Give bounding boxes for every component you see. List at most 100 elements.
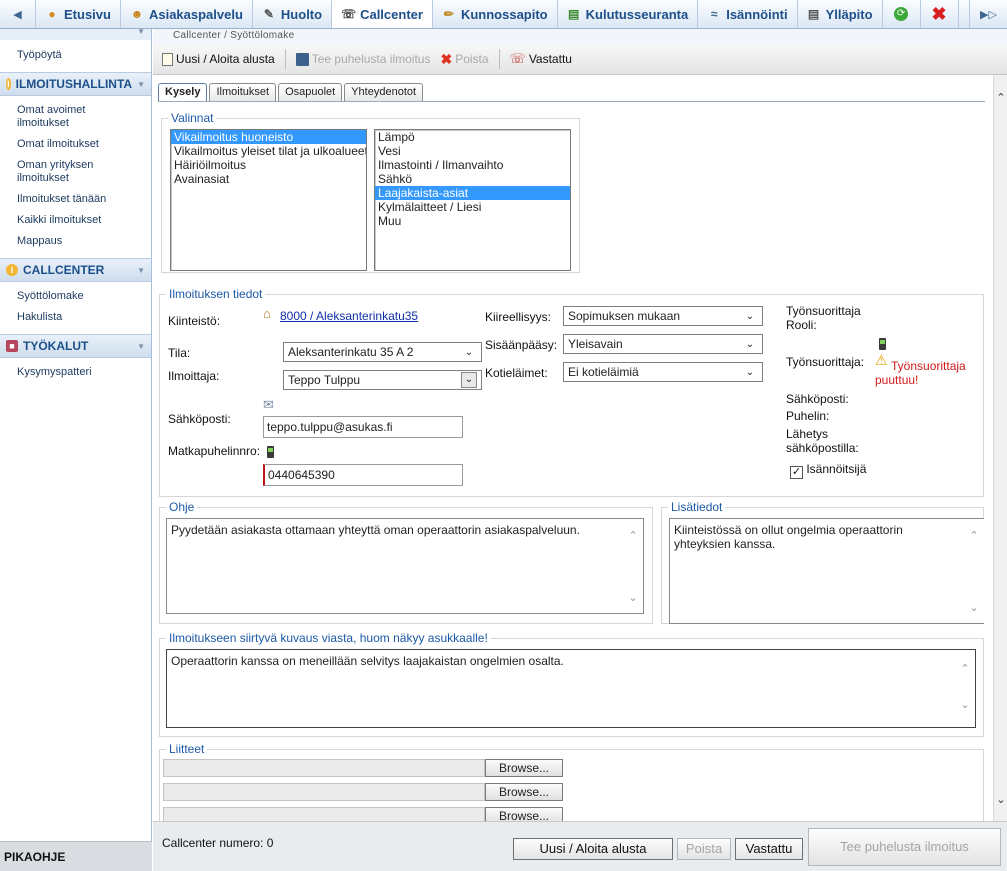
new-button-label: Uusi / Aloita alusta [176,52,275,66]
attachment-path-field[interactable] [163,759,485,777]
browse-button[interactable]: Browse... [485,807,563,821]
footer-delete-button[interactable]: Poista [677,838,731,860]
sidebar-item-ilmoitukset-tanaan[interactable]: Ilmoitukset tänään [0,189,151,210]
kuvaus-text: Operaattorin kanssa on meneillään selvit… [171,654,564,668]
scroll-down-icon[interactable]: ⌄ [959,698,971,712]
kiinteisto-link[interactable]: 8000 / Aleksanterinkatu35 [280,309,418,323]
nav-tab-kunnossapito[interactable]: ✏ Kunnossapito [433,0,558,28]
listbox-option[interactable]: Avainasiat [171,172,366,186]
tab-kysely[interactable]: Kysely [158,83,208,101]
top-navigation: ◀ ● Etusivu ☻ Asiakaspalvelu ✎ Huolto ☏ … [0,0,1007,29]
nav-tab-huolto[interactable]: ✎ Huolto [253,0,333,28]
tabs-underline [158,101,985,102]
attachment-path-field[interactable] [163,783,485,801]
listbox-option[interactable]: Vikailmoitus huoneisto [171,130,366,144]
sidebar-group-callcenter[interactable]: i CALLCENTER ▼ [0,258,151,282]
sidebar-item-kaikki-ilmoitukset[interactable]: Kaikki ilmoitukset [0,210,151,231]
listbox-option[interactable]: Laajakaista-asiat [375,186,570,200]
listbox-option[interactable]: Sähkö [375,172,570,186]
subcategory-listbox[interactable]: Lämpö Vesi Ilmastointi / Ilmanvaihto Säh… [374,129,571,271]
sidebar-item-omat-ilmoitukset[interactable]: Omat ilmoitukset [0,134,151,155]
scroll-up-icon[interactable]: ⌃ [994,91,1007,104]
kotielaimet-select[interactable]: Ei kotieläimiä ⌄ [563,362,763,382]
chevron-down-icon: ▼ [137,265,145,275]
nav-tab-yllapito[interactable]: ▤ Ylläpito [798,0,883,28]
nav-tab-etusivu[interactable]: ● Etusivu [36,0,121,28]
tila-select[interactable]: Aleksanterinkatu 35 A 2 ⌄ [283,342,482,362]
kiireellisyys-select[interactable]: Sopimuksen mukaan ⌄ [563,306,763,326]
sidebar-item-kysymyspatteri[interactable]: Kysymyspatteri [0,362,151,383]
page-scrollbar[interactable]: ⌃ ⌄ [993,75,1007,821]
pencil-icon: ✏ [443,7,454,21]
browse-button[interactable]: Browse... [485,783,563,801]
sidebar-item-omat-avoimet[interactable]: Omat avoimet ilmoitukset [0,100,151,134]
scroll-up-icon[interactable]: ⌃ [959,662,971,676]
nav-scroll-left-icon[interactable]: ◀ [0,0,36,28]
sidebar-item-syottolomake[interactable]: Syöttölomake [0,286,151,307]
listbox-option[interactable]: Vikailmoitus yleiset tilat ja ulkoalueet [171,144,366,158]
mobile-field[interactable]: 0440645390 [263,464,463,486]
listbox-option[interactable]: Häiriöilmoitus [171,158,366,172]
listbox-option[interactable]: Kylmälaitteet / Liesi [375,200,570,214]
nav-tab-kulutusseuranta[interactable]: ▤ Kulutusseuranta [558,0,699,28]
sidebar-item-hakulista[interactable]: Hakulista [0,307,151,328]
isannoitsija-checkbox[interactable]: ✓ [790,466,803,479]
scroll-down-icon[interactable]: ⌄ [627,591,639,605]
scroll-down-icon[interactable]: ⌄ [994,793,1007,806]
delete-icon: ✖ [440,50,453,67]
listbox-option[interactable]: Vesi [375,144,570,158]
tab-yhteydenotot[interactable]: Yhteydenotot [344,83,424,101]
tyonsuorittaja-label: Työnsuorittaja: [786,355,865,369]
attachment-path-field[interactable] [163,807,485,821]
lisatiedot-textarea[interactable]: Kiinteistössä on ollut ongelmia operaatt… [669,518,984,624]
details-legend: Ilmoituksen tiedot [169,287,263,301]
sidebar-group-ilmoitushallinta[interactable]: i ILMOITUSHALLINTA ▼ [0,72,151,96]
sidebar-quick-help[interactable]: PIKAOHJE [0,841,152,871]
nav-tab-callcenter[interactable]: ☏ Callcenter [332,0,433,28]
kuvaus-textarea[interactable]: Operaattorin kanssa on meneillään selvit… [166,649,976,728]
breadcrumb: Callcenter / Syöttölomake [153,29,1007,44]
ilmoittaja-select[interactable]: Teppo Tulppu ⌄ [283,370,482,390]
footer-save-button[interactable]: Tee puhelusta ilmoitus [808,828,1001,866]
browse-button[interactable]: Browse... [485,759,563,777]
save-button[interactable]: Tee puhelusta ilmoitus [293,52,434,66]
listbox-option[interactable]: Muu [375,214,570,228]
answered-button[interactable]: ☏ Vastattu [507,51,575,67]
listbox-option[interactable]: Lämpö [375,130,570,144]
close-button[interactable]: ✖ [921,0,959,28]
scroll-down-icon[interactable]: ⌄ [968,601,980,615]
email-field[interactable]: teppo.tulppu@asukas.fi [263,416,463,438]
footer-new-button[interactable]: Uusi / Aloita alusta [513,838,673,860]
form-footer: Callcenter numero: 0 Uusi / Aloita alust… [153,821,1007,871]
house-icon: ⌂ [263,306,271,321]
refresh-button[interactable]: ⟳ [883,0,921,28]
sidebar-group-title: TYÖKALUT [23,339,89,353]
sidebar-item-oman-yrityksen[interactable]: Oman yrityksen ilmoitukset [0,155,151,189]
sidebar-group-tyokalut[interactable]: ■ TYÖKALUT ▼ [0,334,151,358]
chevron-down-icon: ⌄ [745,366,755,378]
ohje-textarea[interactable]: Pyydetään asiakasta ottamaan yhteyttä om… [166,518,644,614]
nav-tab-asiakaspalvelu[interactable]: ☻ Asiakaspalvelu [121,0,253,28]
nav-tab-label: Callcenter [360,6,423,22]
footer-answered-button[interactable]: Vastattu [735,838,803,860]
nav-scroll-right-icon[interactable]: ▶▷ [969,0,1007,28]
nav-tab-isannointi[interactable]: ≈ Isännöinti [698,0,798,28]
sidebar-item-mappaus[interactable]: Mappaus [0,231,151,252]
scroll-up-icon[interactable]: ⌃ [968,529,980,543]
tab-ilmoitukset[interactable]: Ilmoitukset [209,83,277,101]
sidebar-item-tyopoyta[interactable]: Työpöytä [0,45,151,66]
listbox-option[interactable]: Ilmastointi / Ilmanvaihto [375,158,570,172]
info-icon: i [6,264,18,276]
isannoitsija-checkbox-row[interactable]: ✓ Isännöitsijä [790,462,866,479]
send-email-label: Lähetys sähköpostilla: [786,427,859,455]
new-button[interactable]: Uusi / Aloita alusta [159,52,278,66]
sisaanpaasy-select[interactable]: Yleisavain ⌄ [563,334,763,354]
sidebar-collapse-bar[interactable]: ▼ [0,27,151,40]
scroll-up-icon[interactable]: ⌃ [627,529,639,543]
nav-tab-label: Asiakaspalvelu [148,6,243,22]
category-listbox[interactable]: Vikailmoitus huoneisto Vikailmoitus ylei… [170,129,367,271]
phone-answered-icon: ☏ [509,51,526,66]
tab-osapuolet[interactable]: Osapuolet [278,83,343,101]
delete-button[interactable]: ✖ Poista [437,51,491,68]
refresh-icon: ⟳ [894,7,909,21]
